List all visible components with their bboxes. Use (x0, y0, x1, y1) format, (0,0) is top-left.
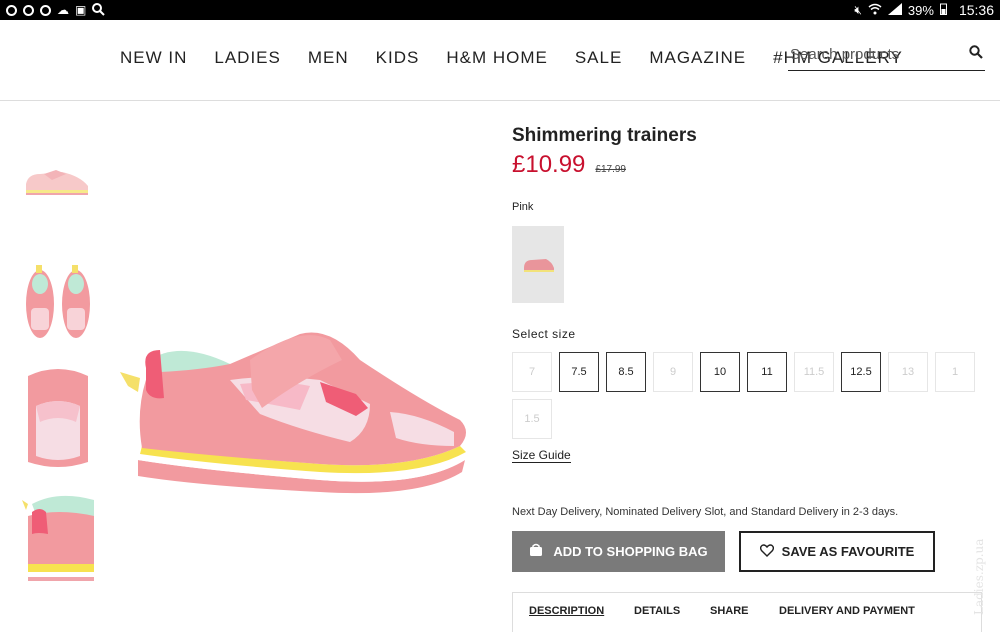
original-price: £17.99 (595, 164, 626, 175)
circle-icon (6, 4, 17, 16)
watermark: Ladies.zp.ua (972, 538, 986, 615)
size-option[interactable]: 11 (747, 352, 787, 392)
tab-details[interactable]: DETAILS (634, 605, 680, 617)
add-to-bag-button[interactable]: ADD TO SHOPPING BAG (512, 531, 725, 572)
size-option: 7 (512, 352, 552, 392)
signal-icon (887, 3, 902, 17)
thumbnail-heel-view[interactable] (22, 490, 94, 586)
site-header: NEW IN LADIES MEN KIDS H&M HOME SALE MAG… (0, 20, 1000, 101)
clock: 15:36 (958, 2, 994, 18)
circle-icon (40, 4, 51, 16)
color-label: Pink (512, 201, 534, 213)
search-input[interactable] (788, 40, 958, 68)
heart-icon (759, 543, 774, 560)
cloud-icon: ☁ (57, 3, 69, 17)
nav-item-ladies[interactable]: LADIES (214, 48, 280, 68)
size-option: 1.5 (512, 399, 552, 439)
wifi-icon (868, 3, 882, 17)
tab-share[interactable]: SHARE (710, 605, 749, 617)
size-option[interactable]: 8.5 (606, 352, 646, 392)
shopping-bag-icon (529, 543, 543, 560)
nav-item-new-in[interactable]: NEW IN (120, 48, 187, 68)
thumbnail-front-view[interactable] (22, 366, 94, 470)
nav-item-sale[interactable]: SALE (575, 48, 622, 68)
circle-icon (23, 4, 34, 16)
size-option[interactable]: 7.5 (559, 352, 599, 392)
image-icon: ▣ (75, 3, 87, 17)
battery-icon (939, 3, 947, 18)
size-option: 1 (935, 352, 975, 392)
delivery-info: Next Day Delivery, Nominated Delivery Sl… (512, 506, 899, 518)
size-option[interactable]: 10 (700, 352, 740, 392)
tab-description[interactable]: DESCRIPTION (529, 605, 604, 617)
select-size-label: Select size (512, 327, 576, 341)
size-guide-link[interactable]: Size Guide (512, 448, 571, 463)
tab-delivery-payment[interactable]: DELIVERY AND PAYMENT (779, 605, 915, 617)
status-right: 🔇︎ 39% 15:36 (854, 2, 994, 18)
main-product-image (120, 320, 480, 505)
size-option: 9 (653, 352, 693, 392)
save-favourite-button[interactable]: SAVE AS FAVOURITE (739, 531, 935, 572)
nav-item-men[interactable]: MEN (308, 48, 349, 68)
thumbnail-side-view[interactable] (22, 160, 94, 200)
status-left: ☁ ▣ (6, 2, 106, 18)
battery-level: 39% (907, 2, 934, 18)
sale-price: £10.99 (512, 151, 586, 178)
nav-item-kids[interactable]: KIDS (376, 48, 420, 68)
search-icon (92, 2, 106, 18)
search-box (788, 40, 985, 71)
product-title: Shimmering trainers (512, 125, 697, 146)
status-bar: ☁ ▣ 🔇︎ 39% 15:36 (0, 0, 1000, 20)
size-option: 11.5 (794, 352, 834, 392)
search-icon[interactable] (969, 45, 983, 64)
save-favourite-label: SAVE AS FAVOURITE (781, 544, 915, 559)
add-to-bag-label: ADD TO SHOPPING BAG (553, 544, 708, 559)
price-row: £10.99 £17.99 (512, 151, 982, 179)
thumbnail-top-view[interactable] (22, 262, 94, 342)
size-option[interactable]: 12.5 (841, 352, 881, 392)
nav-item-magazine[interactable]: MAGAZINE (649, 48, 746, 68)
product-info: Shimmering trainers £10.99 £17.99 (512, 125, 982, 179)
product-tabs: DESCRIPTION DETAILS SHARE DELIVERY AND P… (512, 592, 982, 632)
color-swatch-pink[interactable] (512, 226, 564, 303)
mute-icon: 🔇︎ (854, 3, 862, 17)
size-option: 13 (888, 352, 928, 392)
nav-item-home[interactable]: H&M HOME (446, 48, 548, 68)
